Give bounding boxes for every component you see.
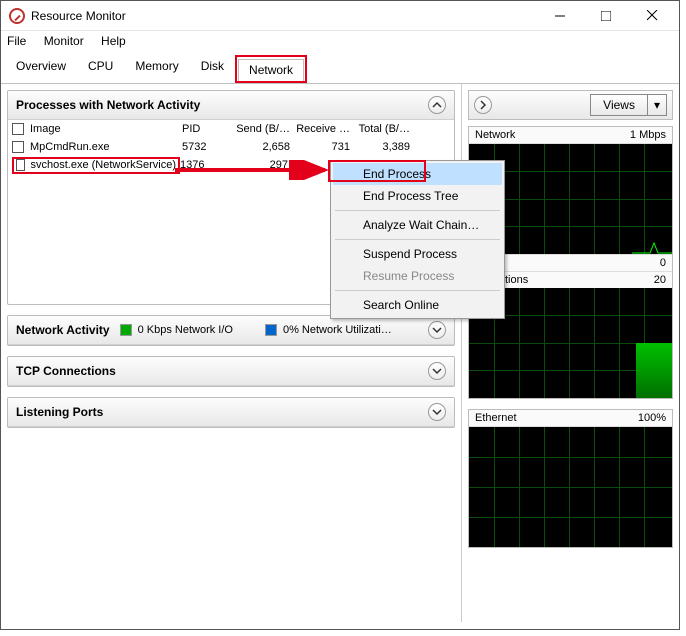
- ctx-resume: Resume Process: [333, 265, 502, 287]
- table-row[interactable]: MpCmdRun.exe 5732 2,658 731 3,389: [8, 138, 454, 156]
- expand-right-icon[interactable]: [474, 96, 492, 114]
- maximize-button[interactable]: [583, 1, 629, 31]
- tabstrip: Overview CPU Memory Disk Network: [1, 51, 679, 84]
- ctx-suspend[interactable]: Suspend Process: [333, 243, 502, 265]
- context-menu: End Process End Process Tree Analyze Wai…: [330, 160, 505, 319]
- col-image[interactable]: Image: [30, 123, 61, 135]
- panel-ports-header[interactable]: Listening Ports: [8, 398, 454, 427]
- ctx-analyze[interactable]: Analyze Wait Chain…: [333, 214, 502, 236]
- chart-ethernet: Ethernet 100%: [468, 409, 673, 548]
- panel-ports: Listening Ports: [7, 397, 455, 428]
- grid-header: Image PID Send (B/… Receive … Total (B/…: [8, 120, 454, 138]
- close-button[interactable]: [629, 1, 675, 31]
- panel-tcp-title: TCP Connections: [16, 364, 428, 378]
- expand-icon[interactable]: [428, 321, 446, 339]
- menubar: File Monitor Help: [1, 31, 679, 51]
- tab-memory[interactable]: Memory: [124, 55, 189, 83]
- chart-ethernet-canvas: [469, 427, 672, 547]
- chart-network-scale: 1 Mbps: [630, 129, 666, 141]
- col-recv[interactable]: Receive …: [296, 123, 356, 135]
- menu-help[interactable]: Help: [101, 34, 126, 48]
- minimize-button[interactable]: [537, 1, 583, 31]
- legend-util-label: 0% Network Utilizati…: [283, 324, 392, 336]
- ctx-search[interactable]: Search Online: [333, 294, 502, 316]
- ctx-end-tree[interactable]: End Process Tree: [333, 185, 502, 207]
- app-icon: [9, 8, 25, 24]
- checkbox-all[interactable]: [12, 123, 24, 135]
- ctx-end-process[interactable]: End Process: [333, 163, 502, 185]
- window-title: Resource Monitor: [31, 9, 537, 23]
- chart-caption2-right: 20: [654, 274, 666, 286]
- legend-io-label: 0 Kbps Network I/O: [138, 324, 233, 336]
- right-pane-header: Views ▾: [468, 90, 673, 120]
- chart-caption-right: 0: [660, 257, 666, 269]
- cell-total: 3,389: [356, 141, 416, 153]
- chart-ethernet-title: Ethernet: [475, 412, 517, 424]
- tab-overview[interactable]: Overview: [5, 55, 77, 83]
- cell-send: 2,658: [232, 141, 296, 153]
- col-total[interactable]: Total (B/…: [356, 123, 416, 135]
- chart-network-title: Network: [475, 129, 515, 141]
- panel-processes-header[interactable]: Processes with Network Activity: [8, 91, 454, 120]
- cell-image: MpCmdRun.exe: [30, 141, 109, 153]
- titlebar: Resource Monitor: [1, 1, 679, 31]
- views-label: Views: [591, 95, 648, 115]
- menu-file[interactable]: File: [7, 34, 26, 48]
- chevron-down-icon: ▾: [648, 95, 666, 115]
- tab-disk[interactable]: Disk: [190, 55, 235, 83]
- chart-ethernet-scale: 100%: [638, 412, 666, 424]
- cell-recv: 731: [296, 141, 356, 153]
- legend-io-icon: [120, 324, 132, 336]
- row-checkbox[interactable]: [12, 141, 24, 153]
- cell-pid: 1376: [180, 159, 230, 171]
- panel-net-title: Network Activity: [16, 323, 110, 337]
- col-pid[interactable]: PID: [182, 123, 232, 135]
- panel-processes-title: Processes with Network Activity: [16, 98, 428, 112]
- panel-network-activity: Network Activity 0 Kbps Network I/O 0% N…: [7, 315, 455, 346]
- views-button[interactable]: Views ▾: [590, 94, 667, 116]
- row-checkbox[interactable]: [16, 159, 25, 171]
- col-send[interactable]: Send (B/…: [232, 123, 296, 135]
- collapse-icon[interactable]: [428, 96, 446, 114]
- cell-pid: 5732: [182, 141, 232, 153]
- legend-util-icon: [265, 324, 277, 336]
- tab-network[interactable]: Network: [238, 59, 304, 81]
- panel-ports-title: Listening Ports: [16, 405, 428, 419]
- cell-send: 297: [230, 159, 294, 171]
- menu-monitor[interactable]: Monitor: [44, 34, 84, 48]
- panel-tcp-header[interactable]: TCP Connections: [8, 357, 454, 386]
- panel-tcp: TCP Connections: [7, 356, 455, 387]
- panel-network-activity-header[interactable]: Network Activity 0 Kbps Network I/O 0% N…: [8, 316, 454, 345]
- tab-cpu[interactable]: CPU: [77, 55, 124, 83]
- expand-icon[interactable]: [428, 362, 446, 380]
- expand-icon[interactable]: [428, 403, 446, 421]
- cell-image: svchost.exe (NetworkService): [31, 159, 177, 171]
